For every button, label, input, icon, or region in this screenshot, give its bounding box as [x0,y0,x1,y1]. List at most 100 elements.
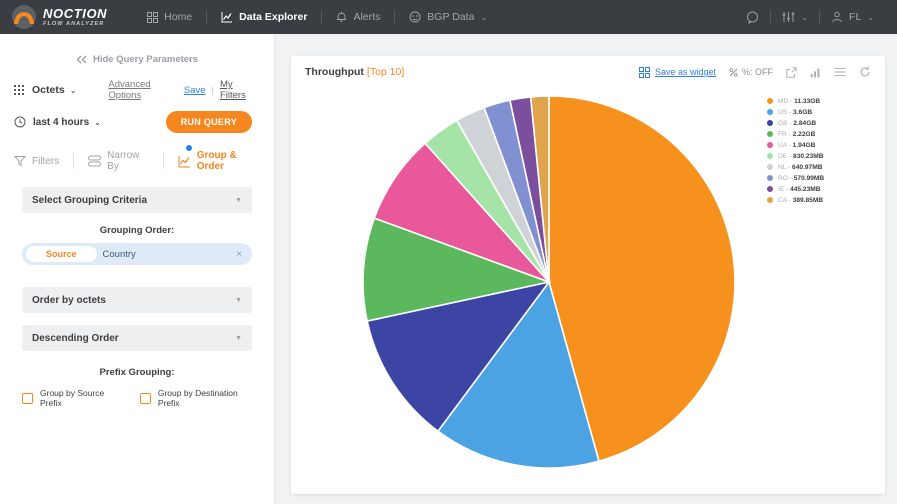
metric-row: Octets ⌄ Advanced Options Save | My Filt… [0,78,274,102]
checkbox-box[interactable] [22,392,33,404]
checkbox-group-by-source-prefix[interactable]: Group by Source Prefix [22,388,120,408]
refresh-icon[interactable] [859,66,871,78]
tab-group-and-order-label: Group & Order [196,150,237,172]
legend-label: IE - 445.23MB [778,185,821,193]
metric-label[interactable]: Octets [32,84,65,96]
user-initials: FL [849,11,862,23]
remove-grouping-icon[interactable]: × [236,249,242,260]
legend-label: MD - 11.33GB [778,97,821,105]
grouping-criteria-value: Select Grouping Criteria [32,194,148,206]
legend-item[interactable]: MD - 11.33GB [767,96,879,107]
chevron-down-icon: ▼ [235,296,242,304]
chevron-down-icon: ⌄ [801,12,809,22]
chart-legend: MD - 11.33GB US - 3.6GB GB - 2.84GB FR - 2.… [767,96,879,206]
pie-chart-svg[interactable] [359,92,739,472]
clock-icon [14,116,26,128]
legend-item[interactable]: IE - 445.23MB [767,184,879,195]
time-range-row: last 4 hours ⌄ RUN QUERY [0,107,274,137]
order-direction-select[interactable]: Descending Order ▼ [22,325,252,351]
percent-toggle[interactable]: %: OFF [729,67,773,77]
pie-chart[interactable] [359,92,739,472]
external-link-icon[interactable] [786,66,797,78]
run-query-button[interactable]: RUN QUERY [165,111,252,133]
legend-label: CA - 389.85MB [778,196,824,204]
nav-right-group: ⌄ FL ⌄ [735,0,885,34]
legend-color-dot [767,131,773,138]
chevron-down-icon: ▼ [235,196,242,204]
list-menu-icon[interactable] [834,67,846,77]
hide-query-parameters-button[interactable]: Hide Query Parameters [0,42,274,76]
legend-color-dot [767,164,773,171]
nav-settings-button[interactable]: ⌄ [771,0,819,34]
legend-item[interactable]: CA - 389.85MB [767,195,879,206]
grouping-order-pill[interactable]: Source Country × [22,243,252,265]
legend-item[interactable]: DE - 830.23MB [767,151,879,162]
prefix-grouping-options: Group by Source Prefix Group by Destinat… [22,388,252,408]
notification-dot-badge [185,145,192,151]
legend-color-dot [767,186,773,193]
chevron-down-icon[interactable]: ⌄ [70,86,77,95]
tab-narrow-by-label: Narrow By [107,150,140,172]
my-filters-link[interactable]: My Filters [220,79,260,101]
legend-color-dot [767,98,773,105]
checkbox-label: Group by Destination Prefix [157,388,238,408]
brand-logo-group[interactable]: NOCTION FLOW ANALYZER [12,5,107,29]
legend-item[interactable]: GB - 2.84GB [767,118,879,129]
save-as-widget-label: Save as widget [654,67,716,77]
nav-chat-button[interactable] [735,0,770,34]
legend-item[interactable]: US - 3.6GB [767,107,879,118]
legend-item[interactable]: FR - 2.22GB [767,129,879,140]
percent-icon [729,67,738,77]
nav-item-data-explorer[interactable]: Data Explorer [207,0,321,34]
chart-title-suffix: [Top 10] [366,66,405,78]
nav-items: Home Data Explorer Alerts BGP Data ⌄ [133,0,501,34]
legend-item[interactable]: NL - 640.97MB [767,162,879,173]
legend-item[interactable]: RO - 570.99MB [767,173,879,184]
legend-color-dot [767,109,773,116]
grouping-pill-direction-chip[interactable]: Source [26,246,97,262]
group-chart-icon [178,155,191,168]
nav-item-bgp-data[interactable]: BGP Data ⌄ [395,0,501,34]
save-link[interactable]: Save [184,85,206,96]
tab-divider [162,153,164,169]
save-as-widget-button[interactable]: Save as widget [638,66,716,78]
tab-group-and-order[interactable]: Group & Order [178,145,260,172]
sliders-icon [782,11,795,23]
chart-title: Throughput [Top 10] [305,66,404,78]
legend-label: RO - 570.99MB [778,174,825,182]
tab-filters-label: Filters [32,155,60,167]
legend-item[interactable]: UA - 1.94GB [767,140,879,151]
throughput-chart-card: Throughput [Top 10] Save as widget %: OFF [291,56,885,494]
tab-divider [73,153,75,169]
grouping-pill-field-label: Country [102,248,136,260]
main-content: Throughput [Top 10] Save as widget %: OFF [275,34,897,504]
grid-dots-icon [14,84,25,96]
checkbox-box[interactable] [139,392,151,404]
tab-filters[interactable]: Filters [14,155,59,167]
brand-name: NOCTION [43,5,108,21]
tab-narrow-by[interactable]: Narrow By [88,150,149,172]
bell-icon [336,11,347,23]
bar-chart-icon[interactable] [810,67,821,78]
user-icon [831,11,843,23]
order-by-select[interactable]: Order by octets ▼ [22,287,252,313]
chart-header-actions: Save as widget %: OFF [638,66,871,78]
legend-color-dot [767,175,773,182]
advanced-options-link[interactable]: Advanced Options [108,79,183,101]
chart-title-text: Throughput [305,66,364,78]
legend-color-dot [767,142,773,149]
nav-item-home[interactable]: Home [133,0,206,34]
nav-user-menu[interactable]: FL ⌄ [820,0,885,34]
brand-text: NOCTION FLOW ANALYZER [43,7,107,28]
time-range-label[interactable]: last 4 hours [33,117,89,128]
query-tabs: Filters Narrow By Group & Order [0,145,274,177]
checkbox-group-by-destination-prefix[interactable]: Group by Destination Prefix [139,388,252,408]
nav-item-bgp-data-label: BGP Data [427,11,475,23]
double-chevron-left-icon [76,55,88,64]
nav-item-alerts[interactable]: Alerts [322,0,394,34]
funnel-icon [14,155,26,167]
prefix-grouping-title: Prefix Grouping: [99,367,175,378]
grouping-criteria-select[interactable]: Select Grouping Criteria ▼ [22,187,252,213]
chevron-down-icon[interactable]: ⌄ [94,118,101,127]
